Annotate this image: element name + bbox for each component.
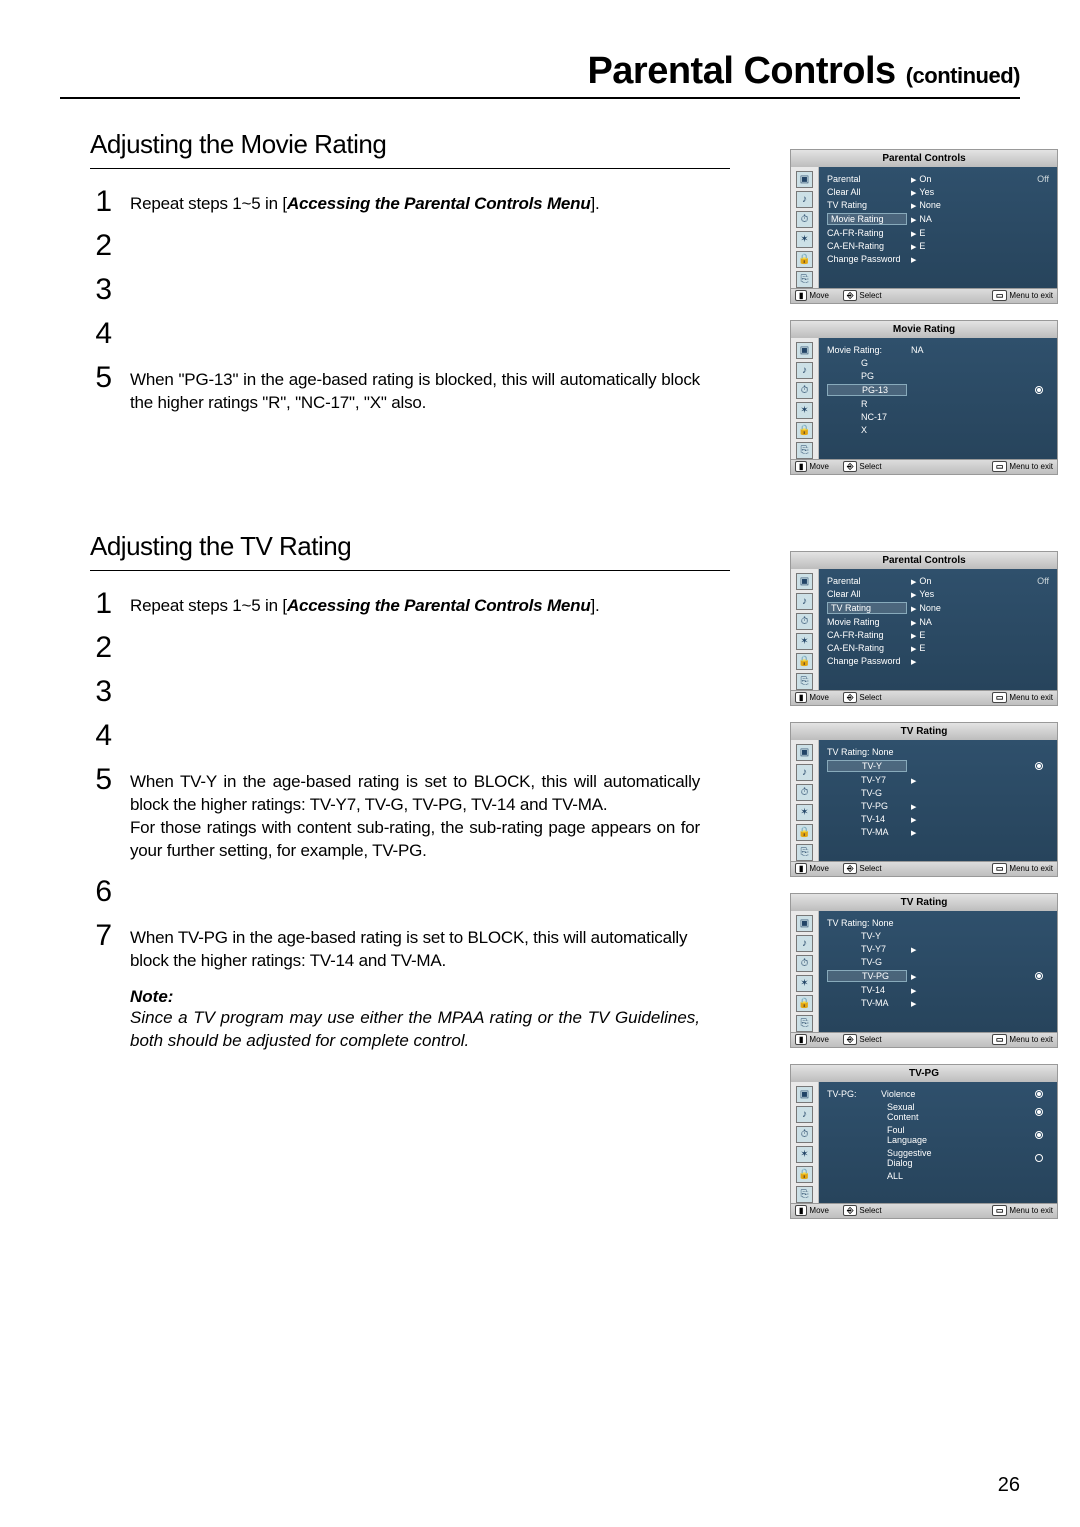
osd-row[interactable]: CA-EN-RatingE [825,239,1051,252]
step-number: 2 [90,231,112,261]
osd-row[interactable]: Change Password [825,654,1051,667]
osd-row[interactable]: NC-17 [825,410,1051,423]
osd-row[interactable]: CA-FR-RatingE [825,226,1051,239]
step-number: 4 [90,319,112,349]
movie-heading: Adjusting the Movie Rating [90,129,730,160]
osd-movie-rating: Movie Rating ▣♪⏱✶🔒⎘ Movie Rating:NAGPGPG… [790,320,1058,475]
osd-parental-controls-tv: Parental Controls ▣♪⏱✶🔒⎘ ParentalOnOffCl… [790,551,1058,706]
osd-row[interactable]: Change Password [825,252,1051,265]
tv-heading: Adjusting the TV Rating [90,531,730,562]
osd-row[interactable]: TV-G [825,786,1051,799]
osd-row[interactable]: TV-MA [825,825,1051,838]
step-number: 5 [90,765,112,795]
osd-row[interactable]: Suggestive Dialog [825,1146,1051,1169]
page-title: Parental Controls (continued) [60,50,1020,99]
osd-row[interactable]: Movie RatingNA [825,211,1051,226]
spine-icon: ⏱ [796,211,813,228]
header-sub: (continued) [906,63,1020,88]
osd-row[interactable]: CA-FR-RatingE [825,628,1051,641]
note-text: Since a TV program may use either the MP… [130,1007,700,1053]
step-text: Repeat steps 1~5 in [Accessing the Paren… [130,589,600,618]
osd-tv-pg: TV-PG ▣♪⏱✶🔒⎘ TV-PG:ViolenceSexual Conten… [790,1064,1058,1219]
osd-row[interactable]: R [825,397,1051,410]
osd-row[interactable]: X [825,423,1051,436]
osd-row[interactable]: TV RatingNone [825,600,1051,615]
osd-row[interactable]: Clear AllYes [825,185,1051,198]
osd-row[interactable]: TV-Y7 [825,773,1051,786]
osd-row[interactable]: ParentalOnOff [825,574,1051,587]
osd-spine: ▣ ♪ ⏱ ✶ 🔒 ⎘ [791,167,819,288]
osd-row[interactable]: G [825,356,1051,369]
spine-icon: ♪ [796,191,813,208]
header-main: Parental Controls [587,50,895,92]
osd-row[interactable]: TV-PG [825,968,1051,983]
osd-tv-rating-1: TV Rating ▣♪⏱✶🔒⎘ TV Rating: NoneTV-YTV-Y… [790,722,1058,877]
osd-row[interactable]: TV-14 [825,812,1051,825]
step-text: When TV-PG in the age-based rating is se… [130,921,700,973]
note-label: Note: [130,987,710,1007]
osd-row[interactable]: TV-MA [825,996,1051,1009]
osd-row[interactable]: TV-PG [825,799,1051,812]
osd-parental-controls-movie: Parental Controls ▣ ♪ ⏱ ✶ 🔒 ⎘ ParentalOn… [790,149,1058,304]
step-number: 7 [90,921,112,951]
osd-title: Movie Rating [791,321,1057,338]
step-text: When "PG-13" in the age-based rating is … [130,363,700,415]
step-number: 3 [90,677,112,707]
osd-title: Parental Controls [791,150,1057,167]
osd-row[interactable]: Foul Language [825,1123,1051,1146]
step-text: Repeat steps 1~5 in [Accessing the Paren… [130,187,600,216]
osd-row[interactable]: PG-13 [825,382,1051,397]
osd-row[interactable]: TV-Y [825,929,1051,942]
spine-icon: ▣ [796,171,813,188]
page-number: 26 [998,1474,1020,1497]
osd-tv-rating-2: TV Rating ▣♪⏱✶🔒⎘ TV Rating: NoneTV-YTV-Y… [790,893,1058,1048]
step-number: 3 [90,275,112,305]
osd-row[interactable]: ParentalOnOff [825,172,1051,185]
spine-icon: 🔒 [796,251,813,268]
spine-icon: ⎘ [796,271,813,288]
step-number: 6 [90,877,112,907]
step-number: 4 [90,721,112,751]
osd-row[interactable]: Sexual Content [825,1100,1051,1123]
osd-row[interactable]: TV-14 [825,983,1051,996]
step-number: 2 [90,633,112,663]
osd-row[interactable]: TV-G [825,955,1051,968]
movie-steps: 1 Repeat steps 1~5 in [Accessing the Par… [60,169,710,415]
osd-row[interactable]: Movie RatingNA [825,615,1051,628]
step-text: When TV-Y in the age-based rating is set… [130,765,700,863]
osd-row[interactable]: TV-Y [825,758,1051,773]
osd-row[interactable]: PG [825,369,1051,382]
osd-row[interactable]: TV RatingNone [825,198,1051,211]
osd-footer: ▮Move ⎆Select ▭Menu to exit [791,288,1057,303]
step-number: 1 [90,589,112,619]
step-number: 5 [90,363,112,393]
tv-steps: 1 Repeat steps 1~5 in [Accessing the Par… [60,571,710,1053]
step-number: 1 [90,187,112,217]
osd-row[interactable]: Clear AllYes [825,587,1051,600]
osd-row[interactable]: TV-Y7 [825,942,1051,955]
spine-icon: ✶ [796,231,813,248]
osd-row[interactable]: CA-EN-RatingE [825,641,1051,654]
osd-row[interactable]: ALL [825,1169,1051,1182]
